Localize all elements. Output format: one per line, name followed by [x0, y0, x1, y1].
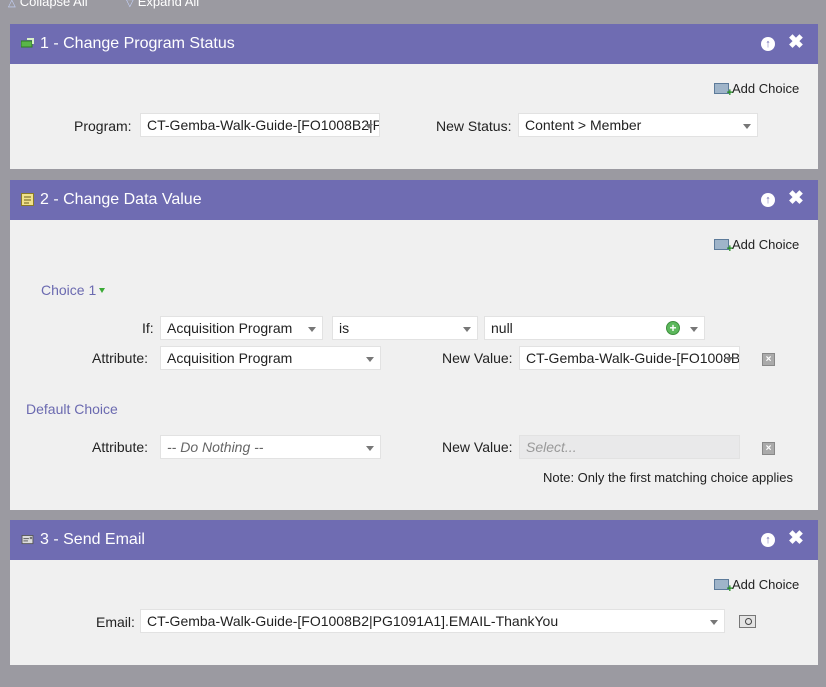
- collapse-icon: △: [8, 0, 16, 9]
- data-value-icon: [21, 193, 34, 206]
- default-new-value-select[interactable]: Select...: [519, 435, 740, 459]
- add-choice-button[interactable]: Add Choice: [714, 577, 799, 595]
- new-value-label: New Value:: [442, 439, 513, 455]
- step-header[interactable]: 3 - Send Email ↑ ✖: [10, 520, 818, 560]
- step-header[interactable]: 2 - Change Data Value ↑ ✖: [10, 180, 818, 220]
- step-header[interactable]: 1 - Change Program Status ↑ ✖: [10, 24, 818, 64]
- preview-email-icon[interactable]: [739, 615, 756, 628]
- email-select[interactable]: CT-Gemba-Walk-Guide-[FO1008B2|PG1091A1].…: [140, 609, 725, 633]
- expand-all-link[interactable]: ▽ Expand All: [126, 0, 199, 9]
- add-value-icon[interactable]: +: [666, 321, 680, 335]
- email-label: Email:: [96, 614, 135, 630]
- chevron-down-icon: [99, 288, 106, 293]
- collapse-all-link[interactable]: △ Collapse All: [8, 0, 88, 9]
- delete-choice-icon[interactable]: ×: [762, 442, 775, 455]
- chevron-down-icon: [463, 327, 471, 332]
- add-choice-icon: [714, 83, 733, 99]
- arrow-up-icon[interactable]: ↑: [761, 37, 775, 51]
- new-value-select[interactable]: CT-Gemba-Walk-Guide-[FO1008B2|PG1091A1]: [519, 346, 740, 370]
- chevron-down-icon: [690, 327, 698, 332]
- default-choice-title: Default Choice: [26, 401, 118, 417]
- new-status-label: New Status:: [436, 118, 512, 134]
- choice-1-title[interactable]: Choice 1: [41, 282, 106, 298]
- chevron-down-icon: [308, 327, 316, 332]
- if-field-select[interactable]: Acquisition Program: [160, 316, 323, 340]
- chevron-down-icon: [710, 620, 718, 625]
- chevron-down-icon: [725, 357, 733, 362]
- program-select[interactable]: CT-Gemba-Walk-Guide-[FO1008B2|PG1091A1]: [140, 113, 380, 137]
- program-status-icon: [21, 38, 34, 48]
- flow-step-change-program-status: 1 - Change Program Status ↑ ✖ Add Choice…: [10, 24, 818, 169]
- arrow-up-icon[interactable]: ↑: [761, 533, 775, 547]
- expand-icon: ▽: [126, 0, 134, 9]
- close-icon[interactable]: ✖: [788, 189, 804, 209]
- close-icon[interactable]: ✖: [788, 529, 804, 549]
- step-title: 3 - Send Email: [40, 531, 145, 548]
- if-operator-select[interactable]: is: [332, 316, 478, 340]
- add-choice-button[interactable]: Add Choice: [714, 237, 799, 255]
- close-icon[interactable]: ✖: [788, 33, 804, 53]
- chevron-down-icon: [366, 357, 374, 362]
- flow-step-send-email: 3 - Send Email ↑ ✖ Add Choice Email: CT-…: [10, 520, 818, 665]
- new-status-select[interactable]: Content > Member: [518, 113, 758, 137]
- add-choice-icon: [714, 239, 733, 255]
- attribute-label: Attribute:: [92, 350, 149, 366]
- if-label: If:: [142, 320, 154, 336]
- chevron-down-icon: [366, 446, 374, 451]
- chevron-down-icon: [743, 124, 751, 129]
- default-attribute-select[interactable]: -- Do Nothing --: [160, 435, 381, 459]
- matching-choice-note: Note: Only the first matching choice app…: [543, 470, 794, 485]
- program-label: Program:: [74, 118, 132, 134]
- step-title: 1 - Change Program Status: [40, 35, 235, 52]
- delete-choice-icon[interactable]: ×: [762, 353, 775, 366]
- add-choice-button[interactable]: Add Choice: [714, 81, 799, 99]
- step-title: 2 - Change Data Value: [40, 191, 202, 208]
- new-value-label: New Value:: [442, 350, 513, 366]
- email-icon: [21, 535, 34, 545]
- add-choice-icon: [714, 579, 733, 595]
- attribute-select[interactable]: Acquisition Program: [160, 346, 381, 370]
- flow-step-change-data-value: 2 - Change Data Value ↑ ✖ Add Choice Cho…: [10, 180, 818, 510]
- chevron-down-icon: [365, 124, 373, 129]
- arrow-up-icon[interactable]: ↑: [761, 193, 775, 207]
- attribute-label: Attribute:: [92, 439, 149, 455]
